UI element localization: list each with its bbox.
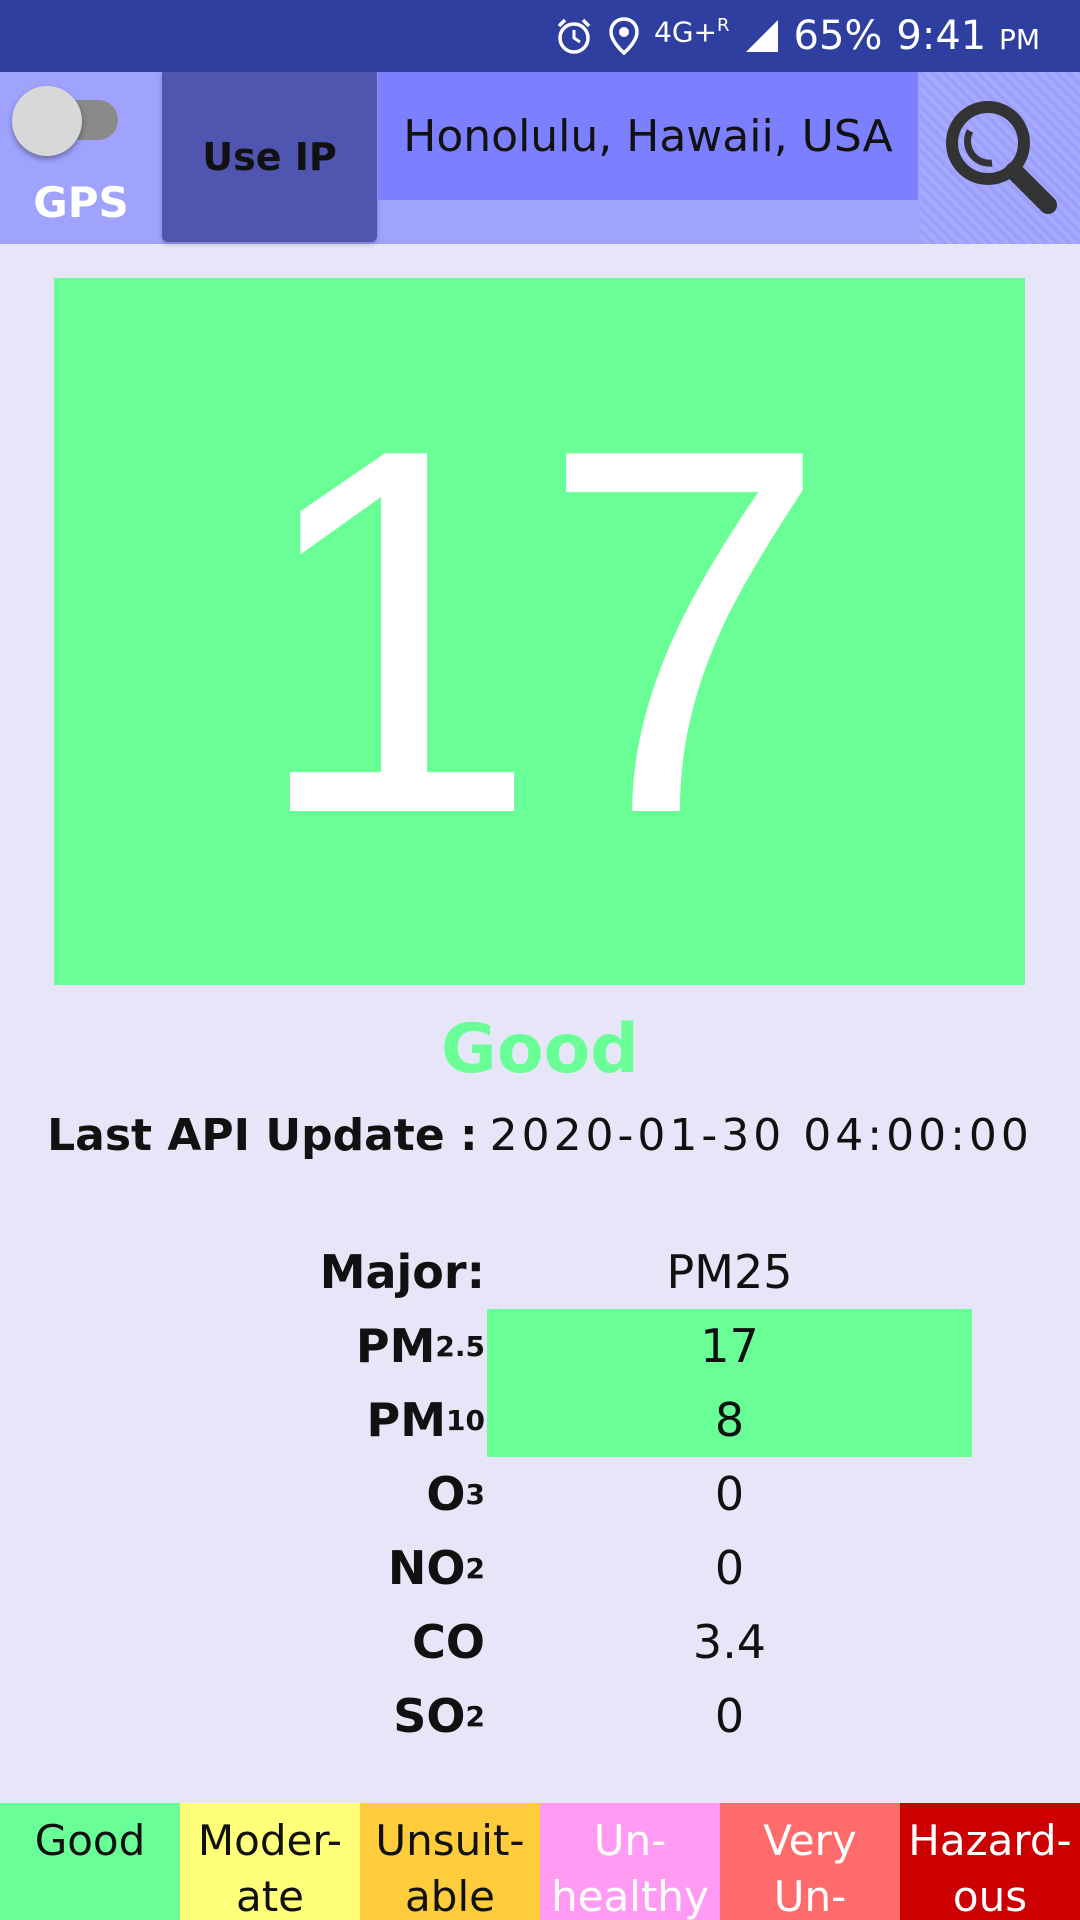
battery-percent: 65% [793,13,883,59]
pollutant-name: PM 2.5 [356,1309,485,1383]
legend-item: Un-healthy [540,1803,720,1920]
pollutant-value: 17 [487,1309,972,1383]
gps-label: GPS [33,178,129,227]
aqi-value: 17 [250,340,829,922]
aqi-value-panel: 17 [54,278,1025,985]
legend-item: Good [0,1803,180,1920]
status-bar: 4G+R 65% 9:41 PM [0,0,1080,72]
clock: 9:41 PM [896,13,1040,59]
pollutant-row: PM 2.5 17 [0,1309,1080,1383]
pollutant-row: SO 2 0 [0,1679,1080,1753]
pollutant-row: CO 3.4 [0,1605,1080,1679]
pollutant-value: 8 [487,1383,972,1457]
pollutant-name: O3 [426,1457,485,1531]
pollutant-row: O3 0 [0,1457,1080,1531]
pollutant-subscript: 3 [465,1477,485,1511]
pollutant-name: CO [412,1605,485,1679]
network-type: 4G+R [654,15,730,49]
search-button[interactable] [920,72,1080,244]
pollutant-subscript: 10 [446,1403,485,1437]
gps-switch-thumb[interactable] [12,86,82,156]
legend-label-line1: Un- [593,1816,667,1865]
legend-label-line1: Very [763,1816,857,1865]
alarm-icon [554,16,594,56]
pollutant-name: SO 2 [393,1679,485,1753]
location-pin-icon [608,16,640,56]
pollutant-name-text: SO [393,1689,466,1743]
last-update-row: Last API Update :2020-01-30 04:00:00 [0,1110,1080,1161]
signal-icon [744,18,780,54]
pollutant-subscript: 2 [465,1551,485,1585]
legend-label-line2: able [405,1872,495,1920]
legend-label-line2: ate [235,1872,305,1920]
aqi-status-label: Good [441,1010,639,1089]
gps-toggle[interactable]: GPS [0,72,162,244]
pollutant-name: NO 2 [388,1531,485,1605]
pollutant-name-text: O [426,1467,466,1521]
pollutant-value: 0 [714,1689,745,1743]
legend-label-line2: Un- [773,1872,847,1920]
top-toolbar: GPS Use IP Honolulu, Hawaii, USA [0,72,1080,244]
pollutant-name-text: NO [387,1541,466,1595]
last-update-label: Last API Update : [47,1110,478,1161]
search-icon [940,91,1060,225]
pollutant-name: PM 10 [367,1383,485,1457]
pollutant-value: 0 [714,1541,745,1595]
legend-item: Unsuit-able [360,1803,540,1920]
pollutant-name-text: PM [366,1393,447,1447]
major-value: PM25 [666,1245,793,1299]
pollutant-value: 3.4 [692,1615,767,1669]
legend-label-line1: Good [34,1816,146,1865]
pollutant-name-text: PM [355,1319,436,1373]
pollutant-subscript: 2 [465,1699,485,1733]
pollutant-row: PM 10 8 [0,1383,1080,1457]
legend-label-line1: Moder- [197,1816,343,1865]
legend-label-line2: ous [952,1872,1028,1920]
major-pollutant-row: Major: PM25 [0,1235,1080,1309]
last-update-value: 2020-01-30 04:00:00 [489,1110,1033,1161]
pollutant-subscript: 2.5 [435,1329,485,1363]
legend-label-line1: Unsuit- [375,1816,525,1865]
pollutant-row: NO 2 0 [0,1531,1080,1605]
pollutant-value: 0 [714,1467,745,1521]
location-input[interactable]: Honolulu, Hawaii, USA [378,72,918,200]
aqi-legend: Good Moder-ate Unsuit-able Un-healthy Very Un… [0,1803,1080,1920]
pollutant-name-text: CO [412,1615,485,1669]
legend-label-line1: Hazard- [908,1816,1072,1865]
legend-item: Hazard-ous [900,1803,1080,1920]
use-ip-button[interactable]: Use IP [162,72,377,242]
legend-item: Moder-ate [180,1803,360,1920]
major-label: Major: [319,1245,485,1299]
legend-item: Very Un- [720,1803,900,1920]
legend-label-line2: healthy [551,1872,709,1920]
